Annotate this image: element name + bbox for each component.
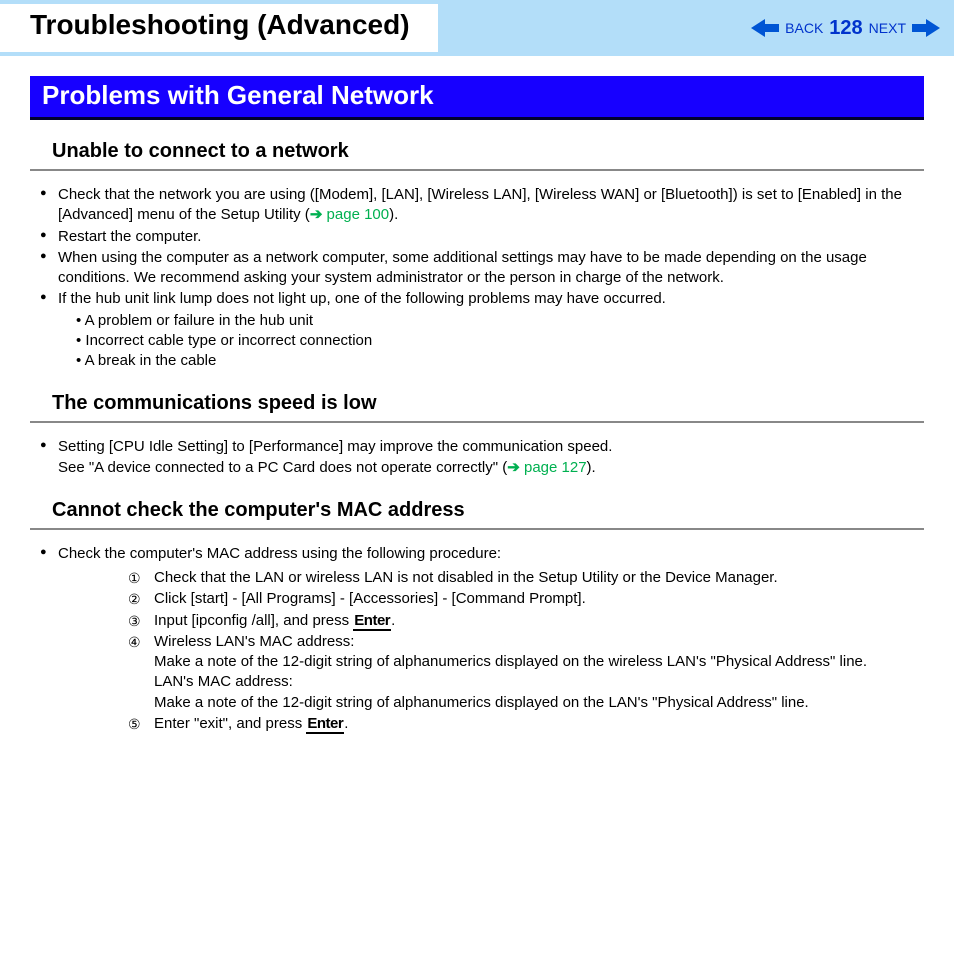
sub-item: • Incorrect cable type or incorrect conn… [76, 331, 924, 351]
step-number-icon: ③ [128, 612, 141, 631]
page-header: Troubleshooting (Advanced) BACK 128 NEXT [0, 0, 954, 56]
list-item: Restart the computer. [40, 227, 924, 247]
link-arrow-icon: ➔ [507, 459, 520, 476]
text: ). [587, 459, 596, 476]
text: Make a note of the 12-digit string of al… [154, 652, 924, 672]
enter-key: Enter [306, 715, 344, 734]
step-3: ③ Input [ipconfig /all], and press Enter. [128, 611, 924, 631]
list-item: Check the computer's MAC address using t… [40, 544, 924, 734]
text: . [391, 612, 395, 629]
text: Restart the computer. [58, 228, 201, 245]
content-area: Problems with General Network Unable to … [0, 56, 954, 734]
section-title: Problems with General Network [30, 76, 924, 120]
list-item: Setting [CPU Idle Setting] to [Performan… [40, 437, 924, 478]
sub-item: • A problem or failure in the hub unit [76, 311, 924, 331]
step-1: ① Check that the LAN or wireless LAN is n… [128, 568, 924, 588]
step-2: ② Click [start] - [All Programs] - [Acces… [128, 589, 924, 609]
divider [30, 421, 924, 423]
text: See "A device connected to a PC Card doe… [58, 459, 507, 476]
text: Check the computer's MAC address using t… [58, 545, 501, 562]
next-arrow-icon[interactable] [912, 19, 940, 37]
text: Make a note of the 12-digit string of al… [154, 693, 924, 713]
page-number: 128 [829, 17, 862, 40]
page-link-127[interactable]: page 127 [520, 459, 587, 476]
text: Enter "exit", and press [154, 715, 306, 732]
step-number-icon: ② [128, 590, 141, 609]
bullet-list-1: Check that the network you are using ([M… [30, 185, 924, 371]
text: Input [ipconfig /all], and press [154, 612, 353, 629]
text: When using the computer as a network com… [58, 249, 867, 286]
subheading-unable-connect: Unable to connect to a network [30, 120, 924, 167]
list-item: Check that the network you are using ([M… [40, 185, 924, 226]
step-number-icon: ④ [128, 633, 141, 652]
back-arrow-icon[interactable] [751, 19, 779, 37]
step-number-icon: ⑤ [128, 715, 141, 734]
step-number-icon: ① [128, 569, 141, 588]
bullet-list-2: Setting [CPU Idle Setting] to [Performan… [30, 437, 924, 478]
text: LAN's MAC address: [154, 672, 924, 692]
back-button[interactable]: BACK [785, 20, 823, 36]
divider [30, 528, 924, 530]
text: Wireless LAN's MAC address: [154, 633, 354, 650]
next-button[interactable]: NEXT [869, 20, 906, 36]
bullet-list-3: Check the computer's MAC address using t… [30, 544, 924, 734]
sub-list: • A problem or failure in the hub unit •… [58, 311, 924, 372]
divider [30, 169, 924, 171]
list-item: When using the computer as a network com… [40, 248, 924, 289]
page-title: Troubleshooting (Advanced) [0, 4, 438, 52]
text: Check that the network you are using ([M… [58, 186, 902, 223]
text: ). [389, 206, 398, 223]
numbered-steps: ① Check that the LAN or wireless LAN is n… [58, 568, 924, 734]
sub-item: • A break in the cable [76, 351, 924, 371]
text: Click [start] - [All Programs] - [Access… [154, 590, 586, 607]
text: If the hub unit link lump does not light… [58, 290, 666, 307]
text: . [344, 715, 348, 732]
subheading-mac-address: Cannot check the computer's MAC address [30, 479, 924, 526]
step-4: ④ Wireless LAN's MAC address: Make a not… [128, 632, 924, 713]
step-5: ⑤ Enter "exit", and press Enter. [128, 714, 924, 734]
page-link-100[interactable]: page 100 [322, 206, 389, 223]
enter-key: Enter [353, 612, 391, 631]
nav-controls: BACK 128 NEXT [751, 17, 940, 40]
text: Check that the LAN or wireless LAN is no… [154, 569, 778, 586]
link-arrow-icon: ➔ [310, 206, 323, 223]
subheading-comm-speed: The communications speed is low [30, 372, 924, 419]
text: Setting [CPU Idle Setting] to [Performan… [58, 438, 612, 455]
list-item: If the hub unit link lump does not light… [40, 289, 924, 371]
